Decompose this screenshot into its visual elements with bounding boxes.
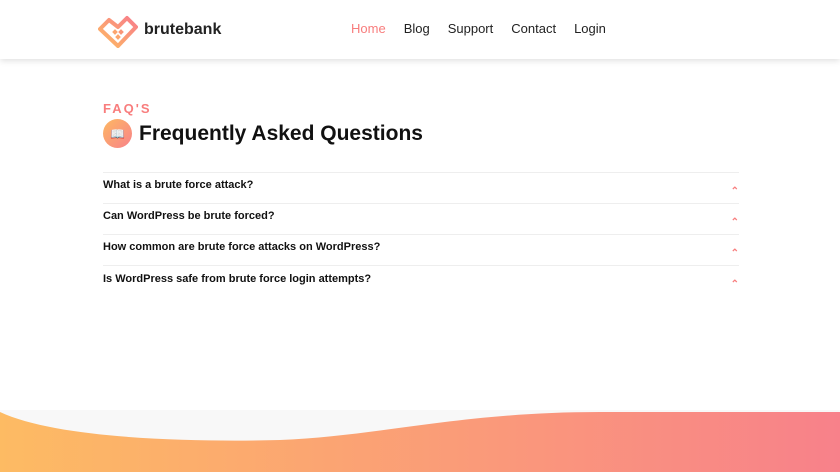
faq-eyebrow: FAQ'S: [103, 101, 152, 116]
nav-login[interactable]: Login: [574, 21, 606, 36]
faq-question: How common are brute force attacks on Wo…: [103, 241, 381, 253]
chevron-up-icon[interactable]: ⌃: [731, 279, 739, 290]
nav-contact[interactable]: Contact: [511, 21, 556, 36]
faq-list: What is a brute force attack? ⌃ Can WordP…: [103, 172, 739, 297]
main-nav: Home Blog Support Contact Login: [351, 21, 624, 36]
header: brutebank Home Blog Support Contact Logi…: [0, 0, 840, 59]
faq-item[interactable]: What is a brute force attack? ⌃: [103, 173, 739, 204]
faq-heading: 📖 Frequently Asked Questions: [103, 119, 423, 148]
brand-logo[interactable]: brutebank: [98, 12, 221, 48]
chevron-up-icon[interactable]: ⌃: [731, 186, 739, 197]
faq-question: Can WordPress be brute forced?: [103, 210, 275, 222]
brand-name: brutebank: [144, 21, 222, 38]
faq-item[interactable]: Is WordPress safe from brute force login…: [103, 266, 739, 297]
faq-question: What is a brute force attack?: [103, 179, 254, 191]
faq-question: Is WordPress safe from brute force login…: [103, 272, 372, 285]
chevron-up-icon[interactable]: ⌃: [731, 217, 739, 228]
page-title: Frequently Asked Questions: [139, 121, 423, 145]
book-icon: 📖: [103, 119, 132, 148]
logo-icon: [98, 16, 138, 48]
chevron-up-icon[interactable]: ⌃: [731, 248, 739, 259]
footer-wave: [0, 410, 840, 472]
faq-item[interactable]: How common are brute force attacks on Wo…: [103, 235, 739, 266]
faq-item[interactable]: Can WordPress be brute forced? ⌃: [103, 204, 739, 235]
nav-home[interactable]: Home: [351, 21, 386, 36]
nav-support[interactable]: Support: [448, 21, 494, 36]
nav-blog[interactable]: Blog: [404, 21, 430, 36]
